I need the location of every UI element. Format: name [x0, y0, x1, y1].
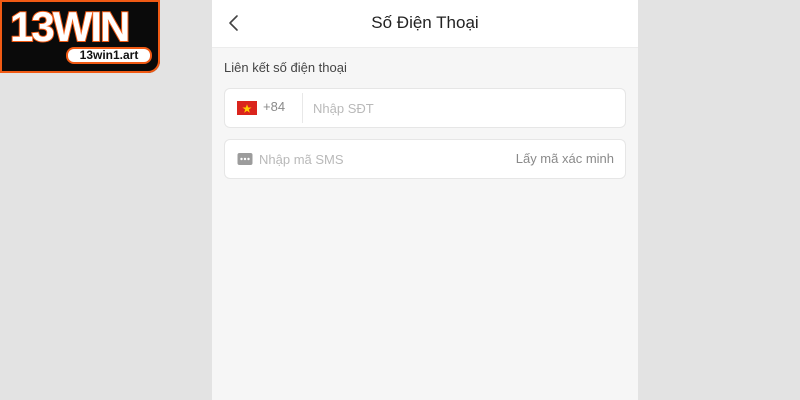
- section-label: Liên kết số điện thoại: [224, 60, 347, 75]
- country-code-picker[interactable]: +84: [225, 89, 301, 127]
- brand-logo-mark: 13WIN: [9, 2, 131, 50]
- phone-number-input[interactable]: [313, 89, 613, 127]
- sms-dots-icon: [237, 153, 253, 165]
- page-title: Số Điện Thoại: [371, 13, 479, 32]
- back-button[interactable]: [222, 9, 248, 37]
- svg-text:13WIN: 13WIN: [10, 3, 128, 50]
- phone-field: +84: [224, 88, 626, 128]
- vietnam-flag-icon: [237, 101, 257, 115]
- watermark-logo: 13WIN 13win1.art: [0, 0, 160, 73]
- app-header: Số Điện Thoại: [212, 0, 638, 48]
- chevron-left-icon: [229, 15, 238, 31]
- brand-domain: 13win1.art: [66, 47, 152, 64]
- field-divider: [302, 93, 303, 123]
- dial-code: +84: [263, 99, 286, 114]
- phone-screen: Số Điện Thoại Liên kết số điện thoại +84: [212, 0, 638, 400]
- sms-code-field: Lấy mã xác minh: [224, 139, 626, 179]
- get-verification-code-button[interactable]: Lấy mã xác minh: [516, 151, 614, 166]
- sms-code-input[interactable]: [259, 140, 499, 178]
